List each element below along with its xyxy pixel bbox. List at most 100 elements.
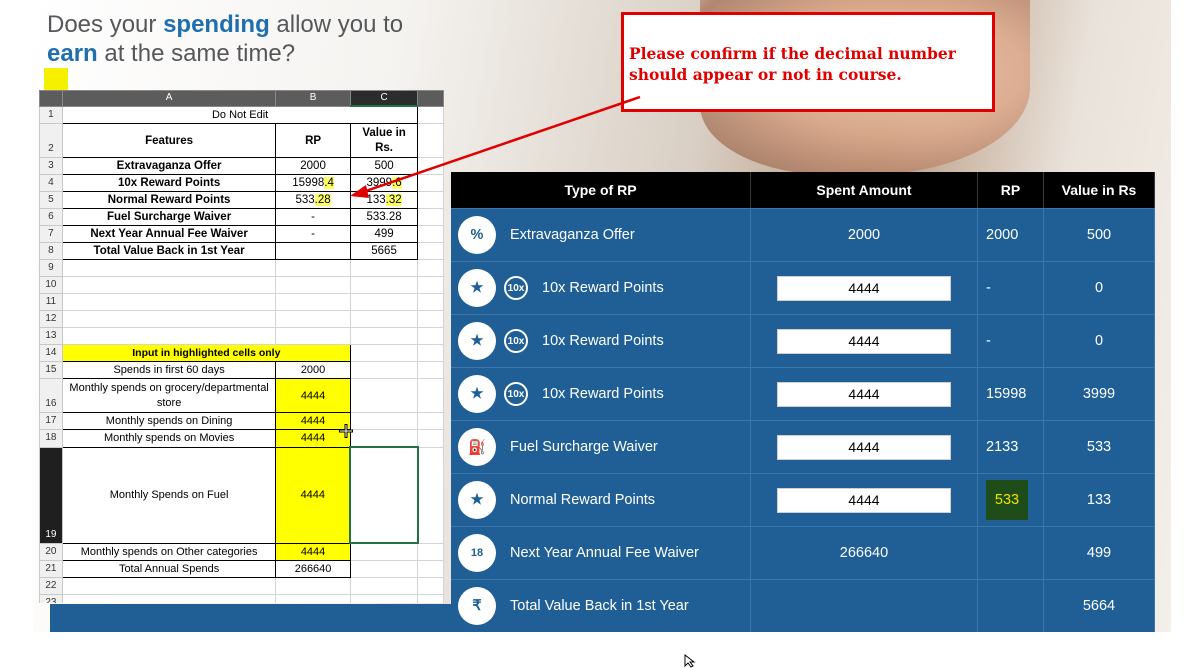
empty-cell[interactable] (349, 310, 419, 328)
cell-b19[interactable]: 4444 (275, 446, 351, 544)
cell-a14[interactable]: Input in highlighted cells only (61, 344, 351, 362)
cell-a7[interactable]: Next Year Annual Fee Waiver (61, 225, 277, 243)
row-number[interactable]: 8 (39, 242, 63, 260)
cell-a4[interactable]: 10x Reward Points (61, 174, 277, 192)
empty-cell[interactable] (275, 577, 351, 595)
row-number[interactable]: 20 (39, 542, 63, 561)
cell-a3[interactable]: Extravaganza Offer (61, 157, 277, 175)
cell-b20[interactable]: 4444 (275, 542, 351, 561)
spent-amount-input[interactable]: 4444 (777, 434, 951, 460)
selected-cell-c19[interactable] (349, 446, 419, 544)
empty-cell[interactable] (61, 293, 277, 311)
empty-cell[interactable] (61, 310, 277, 328)
cell-a2[interactable]: Features (61, 123, 277, 158)
empty-cell[interactable] (349, 412, 419, 430)
cell-b5[interactable]: 533.28 (275, 191, 351, 209)
column-header-a[interactable]: A (61, 90, 277, 107)
row-number[interactable]: 4 (39, 174, 63, 192)
table-row: 6 Fuel Surcharge Waiver -533.28 (39, 208, 444, 226)
select-all-corner[interactable] (39, 90, 63, 107)
empty-cell[interactable] (349, 594, 419, 603)
row-number[interactable]: 7 (39, 225, 63, 243)
cell-b2[interactable]: RP (275, 123, 351, 158)
row-number[interactable]: 5 (39, 191, 63, 209)
empty-cell[interactable] (61, 577, 277, 595)
empty-cell[interactable] (349, 259, 419, 277)
empty-cell[interactable] (349, 378, 419, 413)
spent-amount-input[interactable]: 4444 (777, 328, 951, 354)
empty-cell[interactable] (349, 293, 419, 311)
row-number[interactable]: 22 (39, 577, 63, 595)
row-number[interactable]: 15 (39, 361, 63, 379)
row-number[interactable]: 3 (39, 157, 63, 175)
cell-b3[interactable]: 2000 (275, 157, 351, 175)
cell-b21[interactable]: 266640 (275, 560, 351, 578)
cell-c5[interactable]: 133.32 (349, 191, 419, 209)
row-number[interactable]: 18 (39, 429, 63, 448)
row-number[interactable]: 11 (39, 293, 63, 311)
cell-b8[interactable] (275, 242, 351, 260)
cell-c4[interactable]: 3999.6 (349, 174, 419, 192)
cell-a1[interactable]: Do Not Edit (61, 105, 419, 124)
cell-a21[interactable]: Total Annual Spends (61, 560, 277, 578)
cell-c2[interactable]: Value in Rs. (349, 123, 419, 158)
empty-cell[interactable] (275, 276, 351, 294)
cell-b4[interactable]: 15998.4 (275, 174, 351, 192)
cell-b15[interactable]: 2000 (275, 361, 351, 379)
row-number[interactable]: 17 (39, 412, 63, 430)
empty-cell[interactable] (61, 259, 277, 277)
row-number[interactable]: 10 (39, 276, 63, 294)
spreadsheet[interactable]: A B C 1 Do Not Edit 2 Features RP Value in R… (39, 90, 444, 603)
empty-cell[interactable] (349, 327, 419, 345)
spent-amount-input[interactable]: 4444 (777, 381, 951, 407)
cell-c6[interactable]: 533.28 (349, 208, 419, 226)
empty-cell[interactable] (349, 276, 419, 294)
row-number[interactable]: 2 (39, 123, 63, 158)
cell-b6[interactable]: - (275, 208, 351, 226)
empty-cell[interactable] (349, 429, 419, 448)
row-number[interactable]: 13 (39, 327, 63, 345)
cell-c7[interactable]: 499 (349, 225, 419, 243)
callout-text: Please confirm if the decimal number sho… (629, 44, 956, 84)
empty-cell[interactable] (275, 293, 351, 311)
empty-cell[interactable] (349, 344, 419, 362)
empty-cell[interactable] (349, 542, 419, 561)
cell-a19[interactable]: Monthly Spends on Fuel (61, 446, 277, 544)
row-number[interactable]: 23 (39, 594, 63, 603)
cell-c8[interactable]: 5665 (349, 242, 419, 260)
row-number[interactable]: 14 (39, 344, 63, 362)
column-header-c[interactable]: C (349, 90, 419, 107)
row-number[interactable]: 19 (39, 446, 63, 544)
empty-cell[interactable] (349, 577, 419, 595)
row-number[interactable]: 21 (39, 560, 63, 578)
spent-amount-input[interactable]: 4444 (777, 275, 951, 301)
row-number[interactable]: 16 (39, 378, 63, 413)
cell-c3[interactable]: 500 (349, 157, 419, 175)
empty-cell[interactable] (349, 361, 419, 379)
cell-a18[interactable]: Monthly spends on Movies (61, 429, 277, 448)
cell-a8[interactable]: Total Value Back in 1st Year (61, 242, 277, 260)
cell-a20[interactable]: Monthly spends on Other categories (61, 542, 277, 561)
cell-a5[interactable]: Normal Reward Points (61, 191, 277, 209)
cell-b16[interactable]: 4444 (275, 378, 351, 413)
empty-cell[interactable] (61, 327, 277, 345)
empty-cell[interactable] (349, 560, 419, 578)
row-number[interactable]: 6 (39, 208, 63, 226)
empty-cell[interactable] (275, 327, 351, 345)
cell-a16[interactable]: Monthly spends on grocery/departmental s… (61, 378, 277, 413)
row-number[interactable]: 12 (39, 310, 63, 328)
row-number[interactable]: 9 (39, 259, 63, 277)
empty-cell[interactable] (61, 276, 277, 294)
mouse-pointer-icon (684, 654, 696, 668)
row-number[interactable]: 1 (39, 105, 63, 124)
cell-b7[interactable]: - (275, 225, 351, 243)
cell-a15[interactable]: Spends in first 60 days (61, 361, 277, 379)
cell-a17[interactable]: Monthly spends on Dining (61, 412, 277, 430)
empty-cell[interactable] (275, 594, 351, 603)
empty-cell[interactable] (275, 310, 351, 328)
spent-amount-input[interactable]: 4444 (777, 487, 951, 513)
column-header-b[interactable]: B (275, 90, 351, 107)
cell-a6[interactable]: Fuel Surcharge Waiver (61, 208, 277, 226)
empty-cell[interactable] (61, 594, 277, 603)
empty-cell[interactable] (275, 259, 351, 277)
